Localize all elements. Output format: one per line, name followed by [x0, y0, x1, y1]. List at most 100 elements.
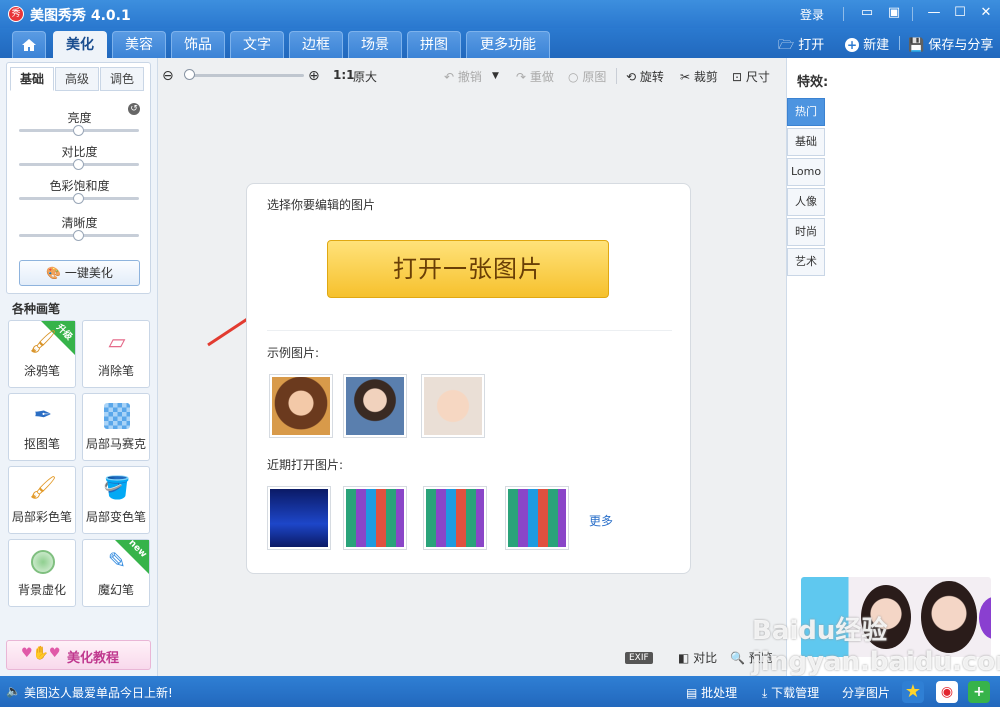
open-image-button[interactable]: 打开一张图片	[327, 240, 609, 298]
skin-icon[interactable]: ▣	[885, 5, 903, 21]
paintbrush-icon: 🖌	[29, 330, 57, 355]
tool-label: 局部彩色笔	[11, 510, 72, 524]
recent-thumbnail[interactable]	[343, 486, 407, 550]
effects-tab-fashion[interactable]: 时尚	[787, 218, 825, 246]
new-button[interactable]: + 新建	[845, 34, 889, 53]
partial-recolor-brush-tool[interactable]: 🪣 局部变色笔	[82, 466, 150, 534]
maximize-icon[interactable]: ☐	[951, 5, 969, 21]
magic-palette-icon: 🎨	[46, 266, 62, 280]
brightness-knob[interactable]	[73, 125, 84, 136]
contrast-knob[interactable]	[73, 159, 84, 170]
zoom-out-icon[interactable]: ⊖	[162, 68, 174, 84]
home-tab[interactable]	[12, 31, 46, 58]
effects-tab-lomo[interactable]: Lomo	[787, 158, 825, 186]
background-blur-tool[interactable]: 背景虚化	[8, 539, 76, 607]
tab-beautify[interactable]: 美化	[53, 31, 107, 58]
zoom-slider[interactable]	[186, 74, 304, 77]
news-ticker[interactable]: 美图达人最爱单品今日上新!	[24, 684, 173, 701]
hand-icon: ♥✋♥	[21, 646, 61, 661]
effects-tab-basic[interactable]: 基础	[787, 128, 825, 156]
mosaic-brush-tool[interactable]: 局部马赛克	[82, 393, 150, 461]
effects-tab-art[interactable]: 艺术	[787, 248, 825, 276]
brightness-label: 亮度	[67, 111, 92, 125]
minimize-icon[interactable]: —	[925, 5, 943, 21]
magic-wand-icon: ✎	[107, 549, 127, 574]
tool-label: 局部马赛克	[85, 437, 146, 451]
message-icon[interactable]: ▭	[858, 5, 876, 21]
subtab-basic[interactable]: 基础	[10, 67, 54, 91]
tab-collage[interactable]: 拼图	[407, 31, 461, 58]
subtab-color[interactable]: 调色	[100, 67, 144, 91]
recent-thumbnail[interactable]	[505, 486, 569, 550]
preview-icon: 🔍	[730, 651, 745, 665]
sample-thumbnail[interactable]	[269, 374, 333, 438]
sharpness-knob[interactable]	[73, 230, 84, 241]
plus-icon[interactable]: +	[968, 681, 990, 703]
resize-icon: ⊡	[732, 70, 743, 84]
open-image-card: 选择你要编辑的图片 打开一张图片 示例图片: 近期打开图片: 更多	[246, 183, 691, 574]
open-button[interactable]: 🗁 打开	[778, 34, 824, 58]
open-label: 打开	[798, 38, 825, 53]
magic-brush-tool[interactable]: new ✎ 魔幻笔	[82, 538, 150, 607]
eraser-brush-tool[interactable]: ▱ 消除笔	[82, 320, 150, 388]
beautify-tutorial-button[interactable]: ♥✋♥ 美化教程	[6, 640, 151, 670]
subtab-advanced[interactable]: 高级	[55, 67, 99, 91]
rotate-label: 旋转	[639, 70, 664, 84]
undo-label: 撤销	[457, 70, 482, 84]
actual-size-ratio[interactable]: 1:1	[333, 68, 355, 82]
batch-label: 批处理	[701, 686, 738, 700]
download-manager-button[interactable]: ⤓ 下载管理	[762, 684, 819, 701]
recent-thumbnail[interactable]	[423, 486, 487, 550]
crop-button[interactable]: ✂ 裁剪	[680, 68, 718, 85]
save-share-button[interactable]: 💾 保存与分享	[908, 34, 993, 53]
undo-icon: ↶	[444, 70, 455, 84]
effects-tab-portrait[interactable]: 人像	[787, 188, 825, 216]
eraser-icon: ▱	[108, 330, 126, 355]
star-icon[interactable]: ★	[902, 681, 924, 703]
redo-icon: ↷	[516, 70, 527, 84]
sample-thumbnail[interactable]	[421, 374, 485, 438]
exif-button[interactable]: EXIF	[625, 652, 653, 664]
zoom-knob[interactable]	[184, 69, 195, 80]
undo-button[interactable]: ↶ 撤销	[444, 68, 482, 85]
rotate-button[interactable]: ⟲ 旋转	[626, 68, 664, 85]
saturation-label: 色彩饱和度	[49, 179, 110, 193]
effects-tab-hot[interactable]: 热门	[787, 98, 825, 126]
weibo-icon[interactable]: ◉	[936, 681, 958, 703]
sharpness-label: 清晰度	[61, 216, 98, 230]
undo-dropdown-icon[interactable]: ▼	[492, 71, 499, 81]
size-label: 尺寸	[745, 70, 770, 84]
share-image-button[interactable]: 分享图片	[842, 684, 890, 701]
scissors-icon: ✂	[680, 70, 691, 84]
partial-color-brush-tool[interactable]: 🖌 局部彩色笔	[8, 466, 76, 534]
cutout-brush-tool[interactable]: ✒ 抠图笔	[8, 393, 76, 461]
blur-circle-icon	[29, 548, 57, 576]
tutorial-label: 美化教程	[67, 651, 120, 666]
compare-button[interactable]: ◧ 对比	[678, 649, 717, 666]
main-nav: 美化 美容 饰品 文字 边框 场景 拼图 更多功能 ▼ 🗁 打开 + 新建 💾 …	[0, 28, 1000, 78]
effects-heading: 特效:	[797, 75, 829, 90]
tab-text[interactable]: 文字	[230, 31, 284, 58]
tab-scene[interactable]: 场景	[348, 31, 402, 58]
original-image-button[interactable]: ○ 原图	[568, 68, 606, 85]
zoom-in-icon[interactable]: ⊕	[308, 68, 320, 84]
doodle-brush-tool[interactable]: 升级 🖌 涂鸦笔	[8, 320, 76, 388]
recent-thumbnail[interactable]	[267, 486, 331, 550]
resize-button[interactable]: ⊡ 尺寸	[732, 68, 770, 85]
saturation-knob[interactable]	[73, 193, 84, 204]
tab-beauty[interactable]: 美容	[112, 31, 166, 58]
original-size-button[interactable]: 原大	[353, 68, 377, 85]
batch-process-button[interactable]: ▤ 批处理	[686, 684, 737, 701]
tab-more-features[interactable]: 更多功能 ▼	[466, 31, 550, 78]
close-icon[interactable]: ✕	[977, 5, 995, 21]
save-icon: 💾	[908, 38, 925, 53]
more-recent-link[interactable]: 更多	[589, 512, 613, 529]
tab-accessories[interactable]: 饰品	[171, 31, 225, 58]
redo-button[interactable]: ↷ 重做	[516, 68, 554, 85]
one-key-beautify-button[interactable]: 🎨 一键美化	[19, 260, 140, 286]
login-link[interactable]: 登录	[800, 6, 824, 23]
tab-frame[interactable]: 边框	[289, 31, 343, 58]
mosaic-icon	[103, 402, 131, 430]
original-label: 原图	[582, 70, 607, 84]
sample-thumbnail[interactable]	[343, 374, 407, 438]
